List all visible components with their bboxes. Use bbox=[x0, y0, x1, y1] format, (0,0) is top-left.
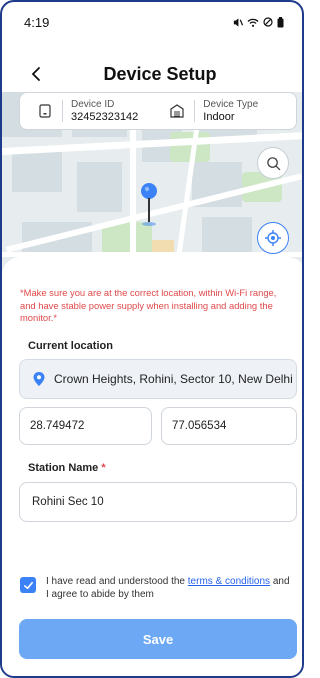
terms-text: I have read and understood the terms & c… bbox=[46, 576, 290, 600]
current-location-value: Crown Heights, Rohini, Sector 10, New De… bbox=[54, 372, 293, 386]
my-location-icon[interactable] bbox=[257, 222, 289, 254]
device-icon bbox=[36, 102, 54, 120]
map-pin-icon bbox=[138, 182, 160, 232]
app-header: Device Setup bbox=[2, 54, 302, 94]
current-location-field[interactable]: Crown Heights, Rohini, Sector 10, New De… bbox=[19, 359, 297, 399]
device-type-value: Indoor bbox=[203, 110, 235, 123]
device-id-value: 32452323142 bbox=[71, 110, 139, 123]
building-icon bbox=[168, 102, 186, 120]
station-name-input[interactable]: Rohini Sec 10 bbox=[19, 482, 297, 522]
status-icons bbox=[232, 16, 284, 28]
station-name-label: Station Name * bbox=[28, 462, 106, 474]
phone-screen: 4:19 Device Setup Device ID 32452323142 … bbox=[0, 0, 304, 678]
device-info-card: Device ID 32452323142 Device Type Indoor bbox=[19, 92, 297, 130]
back-arrow-icon[interactable] bbox=[30, 62, 50, 86]
required-mark: * bbox=[101, 462, 106, 474]
terms-link[interactable]: terms & conditions bbox=[188, 576, 270, 587]
terms-checkbox[interactable] bbox=[20, 577, 36, 593]
longitude-field[interactable]: 77.056534 bbox=[161, 407, 297, 445]
setup-form-sheet: *Make sure you are at the correct locati… bbox=[2, 257, 302, 676]
mute-icon bbox=[233, 17, 243, 27]
status-bar: 4:19 bbox=[2, 2, 302, 42]
current-location-label: Current location bbox=[28, 340, 113, 352]
terms-agreement: I have read and understood the terms & c… bbox=[20, 575, 290, 601]
status-time: 4:19 bbox=[24, 14, 50, 30]
save-button[interactable]: Save bbox=[19, 619, 297, 659]
battery-icon bbox=[277, 16, 284, 27]
wifi-icon bbox=[247, 18, 259, 27]
dnd-icon bbox=[263, 17, 273, 27]
search-icon[interactable] bbox=[257, 147, 289, 179]
location-warning: *Make sure you are at the correct locati… bbox=[20, 287, 277, 323]
device-type-label: Device Type bbox=[203, 98, 259, 110]
device-id-section: Device ID 32452323142 bbox=[20, 93, 138, 129]
latitude-field[interactable]: 28.749472 bbox=[19, 407, 152, 445]
device-id-label: Device ID bbox=[71, 98, 115, 110]
device-type-section: Device Type Indoor bbox=[168, 93, 258, 129]
location-pin-icon bbox=[33, 372, 45, 386]
